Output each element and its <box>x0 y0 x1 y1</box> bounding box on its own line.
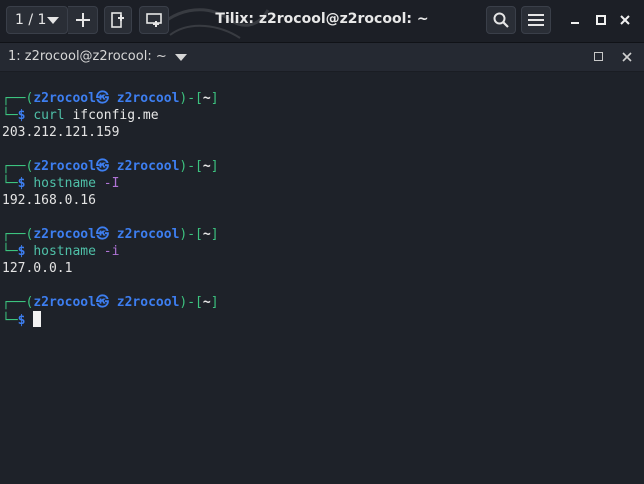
window-title: Tilix: z2rocool@z2rocool: ~ <box>215 11 429 27</box>
sync-input-icon <box>146 13 162 27</box>
maximize-button[interactable] <box>593 12 609 28</box>
prompt-top-line: ┌──(z2rocool㉿ z2rocool)-[~] <box>2 91 219 106</box>
minimize-button[interactable] <box>567 12 583 28</box>
close-icon <box>620 15 630 25</box>
close-terminal-icon[interactable] <box>620 50 634 64</box>
current-prompt: ┌──(z2rocool㉿ z2rocool)-[~] └─$ <box>0 294 644 328</box>
command-output: 127.0.0.1 <box>2 261 73 276</box>
prompt-top-line: ┌──(z2rocool㉿ z2rocool)-[~] <box>2 227 219 242</box>
text-cursor <box>33 311 42 327</box>
command-block: ┌──(z2rocool㉿ z2rocool)-[~] └─$ hostname… <box>0 158 644 209</box>
tilix-window: 1 / 1 Tilix: z2rocool@z2rocool: ~ 1: z2r… <box>0 0 644 484</box>
header-bar: 1 / 1 Tilix: z2rocool@z2rocool: ~ <box>0 0 644 43</box>
command-block: ┌──(z2rocool㉿ z2rocool)-[~] └─$ curl ifc… <box>0 90 644 141</box>
plus-icon <box>75 13 90 27</box>
session-switcher-button[interactable]: 1 / 1 <box>6 6 68 34</box>
session-count: 1 / 1 <box>15 12 47 28</box>
add-terminal-button[interactable] <box>104 6 132 34</box>
search-button[interactable] <box>486 6 516 34</box>
prompt-top-line: ┌──(z2rocool㉿ z2rocool)-[~] <box>2 295 219 310</box>
command-line: └─$ curl ifconfig.me <box>2 108 159 123</box>
command-line: └─$ hostname -I <box>2 176 120 191</box>
terminal-titlebar[interactable]: 1: z2rocool@z2rocool: ~ <box>0 43 644 72</box>
input-line[interactable]: └─$ <box>0 311 644 328</box>
main-menu-button[interactable] <box>521 6 551 34</box>
maximize-terminal-icon[interactable] <box>594 52 603 61</box>
command-block: ┌──(z2rocool㉿ z2rocool)-[~] └─$ hostname… <box>0 226 644 277</box>
prompt-top-line: ┌──(z2rocool㉿ z2rocool)-[~] <box>2 159 219 174</box>
chevron-down-icon <box>47 17 59 24</box>
hamburger-menu-icon <box>528 14 544 26</box>
search-icon <box>493 12 509 28</box>
close-window-button[interactable] <box>617 12 633 28</box>
add-session-button[interactable] <box>68 6 98 34</box>
sync-input-button[interactable] <box>139 6 169 34</box>
minimize-icon <box>571 22 579 24</box>
chevron-down-icon[interactable] <box>175 54 187 61</box>
command-output: 203.212.121.159 <box>2 125 120 140</box>
add-terminal-icon <box>111 12 124 28</box>
terminal-title[interactable]: 1: z2rocool@z2rocool: ~ <box>8 49 167 64</box>
maximize-icon <box>596 15 606 25</box>
command-line: └─$ hostname -i <box>2 244 120 259</box>
command-output: 192.168.0.16 <box>2 193 96 208</box>
terminal-output[interactable]: ┌──(z2rocool㉿ z2rocool)-[~] └─$ curl ifc… <box>0 72 644 484</box>
